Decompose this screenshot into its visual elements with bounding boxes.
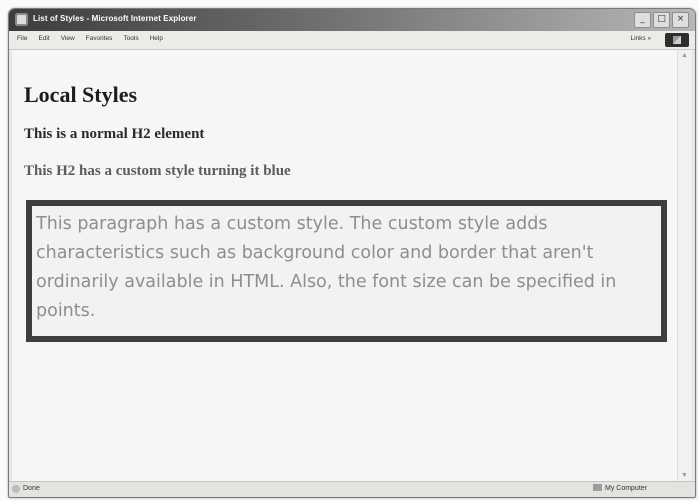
security-zone: My Computer bbox=[592, 484, 647, 492]
normal-h2: This is a normal H2 element bbox=[24, 126, 205, 142]
computer-icon bbox=[592, 484, 602, 491]
menu-tools[interactable]: Tools bbox=[123, 35, 138, 42]
status-bar: Done My Computer bbox=[9, 481, 695, 497]
menu-list: File Edit View Favorites Tools Help bbox=[17, 35, 163, 42]
windows-logo-icon bbox=[665, 33, 689, 47]
menu-bar: File Edit View Favorites Tools Help Link… bbox=[9, 31, 695, 50]
menu-file[interactable]: File bbox=[17, 35, 27, 42]
custom-h2: This H2 has a custom style turning it bl… bbox=[24, 163, 291, 179]
minimize-button[interactable]: _ bbox=[634, 12, 651, 28]
close-button[interactable]: × bbox=[672, 12, 689, 28]
scroll-down-icon[interactable]: ▼ bbox=[681, 472, 688, 479]
menu-help[interactable]: Help bbox=[150, 35, 163, 42]
ie-status-icon bbox=[12, 485, 20, 493]
page-viewport: Local Styles This is a normal H2 element… bbox=[12, 50, 678, 481]
links-label: Links bbox=[630, 35, 646, 42]
menu-view[interactable]: View bbox=[61, 35, 75, 42]
vertical-scrollbar[interactable]: ▲ ▼ bbox=[677, 50, 692, 481]
page-heading: Local Styles bbox=[24, 82, 138, 107]
browser-window: List of Styles - Microsoft Internet Expl… bbox=[8, 8, 696, 498]
links-toolbar[interactable]: Links» bbox=[630, 35, 651, 42]
window-controls: _ □ × bbox=[634, 12, 689, 28]
chevron-right-icon: » bbox=[647, 36, 651, 42]
custom-paragraph: This paragraph has a custom style. The c… bbox=[36, 214, 617, 321]
status-text: Done bbox=[23, 485, 40, 492]
maximize-button[interactable]: □ bbox=[653, 12, 670, 28]
custom-paragraph-box: This paragraph has a custom style. The c… bbox=[26, 200, 667, 342]
menu-edit[interactable]: Edit bbox=[38, 35, 49, 42]
window-title: List of Styles - Microsoft Internet Expl… bbox=[33, 14, 197, 23]
title-bar: List of Styles - Microsoft Internet Expl… bbox=[9, 9, 695, 31]
windows-flag-icon bbox=[673, 36, 681, 44]
zone-label: My Computer bbox=[604, 485, 647, 492]
ie-page-icon bbox=[15, 13, 28, 26]
scroll-up-icon[interactable]: ▲ bbox=[681, 52, 688, 59]
menu-favorites[interactable]: Favorites bbox=[86, 35, 113, 42]
